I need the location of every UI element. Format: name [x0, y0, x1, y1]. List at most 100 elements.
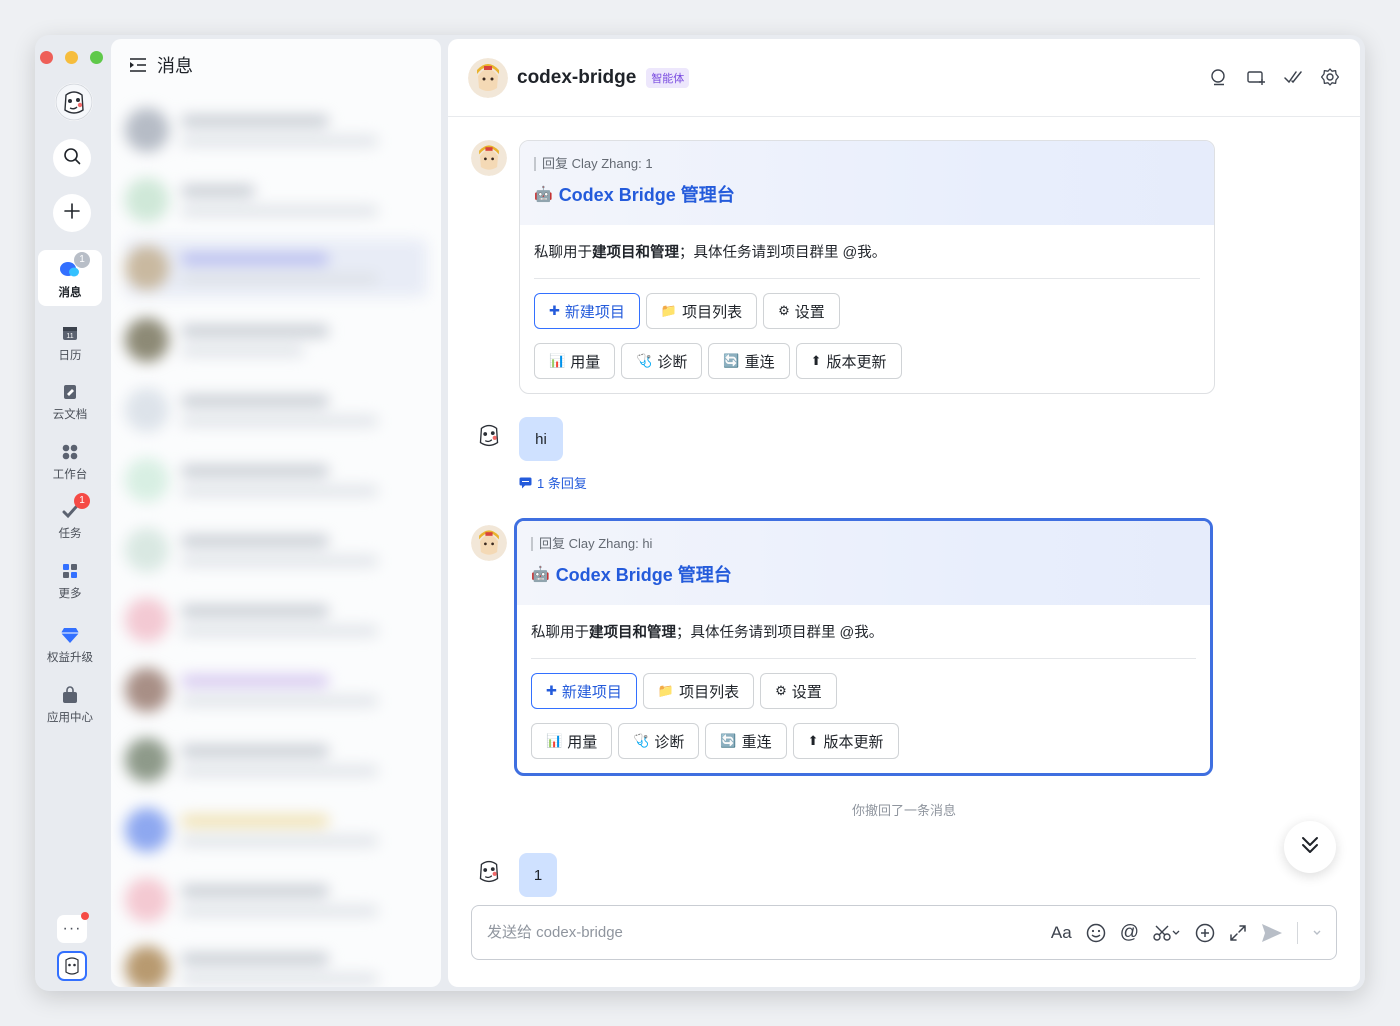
- list-item[interactable]: [125, 311, 427, 369]
- add-circle-icon[interactable]: [1195, 922, 1215, 944]
- notification-dot: [81, 912, 89, 920]
- user-avatar[interactable]: [471, 853, 507, 889]
- reply-quote[interactable]: 回复 Clay Zhang: 1: [534, 157, 1200, 171]
- toolbar-divider: [1297, 921, 1298, 944]
- send-options-chevron-icon[interactable]: [1312, 922, 1322, 944]
- list-item[interactable]: [125, 381, 427, 439]
- user-avatar[interactable]: [55, 83, 93, 121]
- version-update-button[interactable]: ⬆ 版本更新: [795, 343, 902, 379]
- card-button-row: ✚ 新建项目 📁 项目列表 ⚙ 设置: [534, 293, 1200, 329]
- settings-button[interactable]: ⚙ 设置: [763, 293, 840, 329]
- folder-icon: 📁: [660, 303, 678, 318]
- user-avatar[interactable]: [471, 417, 507, 453]
- list-item[interactable]: [125, 239, 427, 297]
- upload-arrow-icon: ⬆: [807, 733, 819, 748]
- reply-count-text: 1 条回复: [537, 476, 587, 491]
- list-item[interactable]: [125, 661, 427, 719]
- button-label: 设置: [794, 303, 825, 321]
- usage-button[interactable]: 📊 用量: [534, 343, 616, 379]
- diagnose-button[interactable]: 🩺 诊断: [618, 723, 700, 759]
- sidebar-item-calendar[interactable]: 11 日历: [38, 321, 102, 363]
- card-text-bold: 建项目和管理: [592, 245, 679, 261]
- sidebar-item-upgrade[interactable]: 权益升级: [38, 623, 102, 665]
- card-text-suffix: ；具体任务请到项目群里 @我。: [679, 245, 887, 261]
- usage-button[interactable]: 📊 用量: [531, 723, 613, 759]
- shopping-bag-icon: [58, 683, 82, 707]
- project-list-button[interactable]: 📁 项目列表: [642, 673, 755, 709]
- sidebar-item-docs[interactable]: 云文档: [38, 380, 102, 422]
- bar-chart-icon: 📊: [549, 353, 566, 368]
- app-sidebar: 1 消息 11 日历 云文档 工作台 1 任务 更多 权益升级 应用中心 ···: [35, 35, 109, 991]
- sidebar-item-workplace[interactable]: 工作台: [38, 440, 102, 482]
- new-project-button[interactable]: ✚ 新建项目: [534, 293, 640, 329]
- scroll-to-bottom-button[interactable]: [1284, 821, 1336, 873]
- sidebar-item-label: 应用中心: [47, 712, 93, 724]
- reply-quote[interactable]: 回复 Clay Zhang: hi: [531, 537, 1196, 551]
- svg-text:11: 11: [66, 333, 73, 340]
- message-input[interactable]: [487, 924, 1051, 941]
- bot-avatar[interactable]: [471, 525, 507, 561]
- reconnect-button[interactable]: 🔄 重连: [705, 723, 787, 759]
- bar-chart-icon: 📊: [546, 733, 563, 748]
- diagnose-button[interactable]: 🩺 诊断: [621, 343, 703, 379]
- settings-button[interactable]: ⚙ 设置: [760, 673, 837, 709]
- list-item[interactable]: [125, 939, 427, 987]
- plus-icon: ✚: [546, 683, 557, 698]
- list-item[interactable]: [125, 101, 427, 159]
- emoji-icon[interactable]: [1086, 922, 1106, 944]
- sidebar-item-label: 权益升级: [47, 652, 93, 664]
- button-label: 诊断: [657, 353, 688, 371]
- new-topic-icon[interactable]: [1246, 67, 1266, 87]
- reconnect-button[interactable]: 🔄 重连: [708, 343, 790, 379]
- list-item[interactable]: [125, 871, 427, 929]
- text-format-icon[interactable]: Aa: [1051, 922, 1072, 944]
- card-description: 私聊用于建项目和管理；具体任务请到项目群里 @我。: [531, 621, 1196, 659]
- bot-card-message-highlighted: 回复 Clay Zhang: hi 🤖 Codex Bridge 管理台 私聊用…: [514, 518, 1213, 776]
- list-item[interactable]: [125, 171, 427, 229]
- sidebar-item-label: 消息: [58, 287, 82, 299]
- expand-icon[interactable]: [1229, 922, 1247, 944]
- create-button[interactable]: [53, 194, 91, 232]
- search-chat-icon[interactable]: [1209, 67, 1229, 87]
- card-title-text: Codex Bridge 管理台: [558, 185, 735, 205]
- button-label: 诊断: [654, 733, 685, 751]
- new-project-button[interactable]: ✚ 新建项目: [531, 673, 637, 709]
- sidebar-item-messages[interactable]: 1 消息: [38, 250, 102, 306]
- button-label: 版本更新: [826, 353, 887, 371]
- user-message-bubble[interactable]: 1: [519, 853, 557, 897]
- send-icon[interactable]: [1261, 922, 1283, 944]
- version-update-button[interactable]: ⬆ 版本更新: [792, 723, 899, 759]
- sidebar-item-tasks[interactable]: 1 任务: [38, 493, 102, 541]
- apps-more-icon: [58, 559, 82, 583]
- profile-shortcut-button[interactable]: [57, 951, 87, 981]
- messages-badge: 1: [74, 252, 90, 268]
- list-item[interactable]: [125, 591, 427, 649]
- screenshot-scissors-icon[interactable]: [1153, 922, 1181, 944]
- settings-gear-icon[interactable]: [1320, 67, 1340, 87]
- card-header: 回复 Clay Zhang: 1 🤖 Codex Bridge 管理台: [520, 141, 1214, 225]
- chat-panel: codex-bridge 智能体 回复 Clay Zhang: 1 🤖 Code…: [448, 39, 1360, 987]
- thread-reply-link[interactable]: 1 条回复: [519, 473, 587, 492]
- mention-icon[interactable]: @: [1120, 922, 1139, 944]
- chat-title: codex-bridge: [517, 66, 637, 88]
- user-message-bubble[interactable]: hi: [519, 417, 563, 461]
- sidebar-item-more[interactable]: 更多: [38, 559, 102, 601]
- list-item[interactable]: [125, 731, 427, 789]
- robot-icon: 🤖: [531, 566, 550, 583]
- bot-avatar[interactable]: [468, 57, 508, 98]
- card-text-prefix: 私聊用于: [531, 625, 589, 641]
- comment-icon: [519, 477, 532, 489]
- button-label: 设置: [791, 683, 822, 701]
- button-label: 版本更新: [823, 733, 884, 751]
- project-list-button[interactable]: 📁 项目列表: [645, 293, 758, 329]
- diamond-icon: [58, 623, 82, 647]
- mark-done-icon[interactable]: [1283, 67, 1303, 87]
- list-item[interactable]: [125, 521, 427, 579]
- collapse-list-icon[interactable]: [129, 57, 147, 73]
- list-item[interactable]: [125, 801, 427, 859]
- button-label: 用量: [570, 353, 601, 371]
- search-button[interactable]: [53, 139, 91, 177]
- list-item[interactable]: [125, 451, 427, 509]
- bot-avatar[interactable]: [471, 140, 507, 176]
- sidebar-item-app-center[interactable]: 应用中心: [38, 683, 102, 725]
